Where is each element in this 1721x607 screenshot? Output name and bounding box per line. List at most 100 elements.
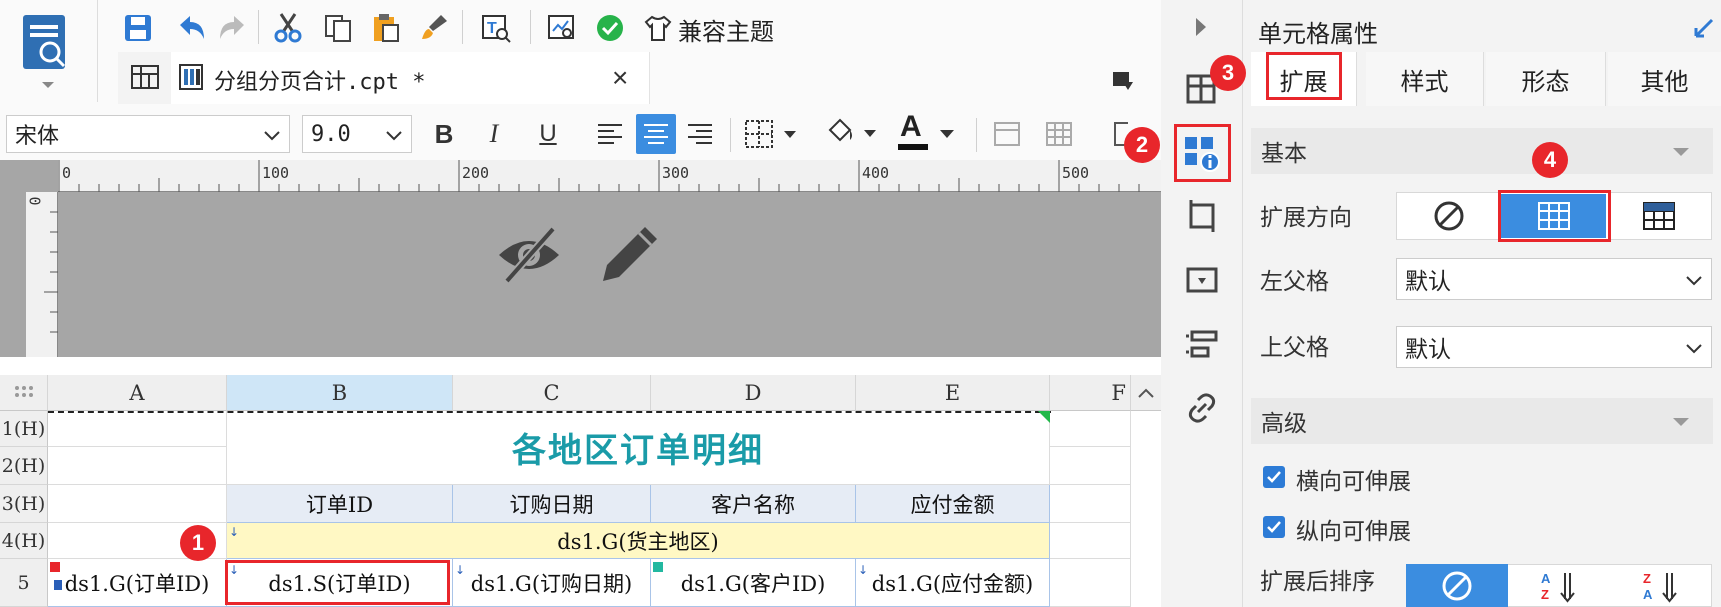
font-size-select[interactable]: 9.0 bbox=[302, 115, 412, 153]
cell-a1[interactable] bbox=[48, 411, 227, 447]
ruler-corner bbox=[26, 160, 58, 192]
grid-header-strip bbox=[0, 357, 1161, 375]
section-advanced[interactable]: 高级 bbox=[1251, 398, 1713, 444]
align-right-icon[interactable] bbox=[682, 116, 718, 152]
expand-marker-red bbox=[50, 562, 60, 572]
scroll-up-icon[interactable] bbox=[1131, 375, 1161, 411]
app-logo[interactable] bbox=[0, 0, 98, 102]
section-advanced-title: 高级 bbox=[1261, 411, 1307, 437]
tab-other[interactable]: 其他 bbox=[1608, 52, 1721, 106]
cell-f1[interactable] bbox=[1050, 411, 1131, 447]
italic-button[interactable]: I bbox=[476, 116, 512, 152]
redo-icon[interactable] bbox=[212, 8, 252, 48]
left-parent-select[interactable]: 默认 bbox=[1396, 258, 1712, 300]
format-painter-icon[interactable] bbox=[414, 8, 454, 48]
header-cell-order-id[interactable]: 订单ID bbox=[227, 485, 453, 523]
cell-a2[interactable] bbox=[48, 447, 227, 485]
undo-icon[interactable] bbox=[172, 8, 212, 48]
sheet-icon[interactable] bbox=[126, 58, 164, 96]
merge-cells-icon[interactable] bbox=[988, 116, 1026, 152]
column-header-a[interactable]: A bbox=[48, 375, 227, 411]
close-tab-icon[interactable]: × bbox=[612, 62, 628, 94]
sort-none-button[interactable] bbox=[1406, 564, 1508, 607]
top-parent-select[interactable]: 默认 bbox=[1396, 326, 1712, 368]
tab-form[interactable]: 形态 bbox=[1486, 52, 1606, 106]
panel-pin-icon[interactable] bbox=[1690, 14, 1718, 42]
step-badge-3: 3 bbox=[1210, 55, 1246, 91]
frame-icon[interactable] bbox=[1180, 194, 1224, 238]
copy-icon[interactable] bbox=[318, 8, 358, 48]
window-menu-icon[interactable] bbox=[1106, 66, 1140, 96]
header-cell-customer-name[interactable]: 客户名称 bbox=[651, 485, 856, 523]
cell-a3[interactable] bbox=[48, 485, 227, 523]
cell-f3[interactable] bbox=[1050, 485, 1131, 523]
hyperlink-icon[interactable] bbox=[1180, 386, 1224, 430]
column-header-f[interactable]: F bbox=[1050, 375, 1131, 411]
vertical-expandable-checkbox[interactable] bbox=[1263, 516, 1285, 538]
cell-f4[interactable] bbox=[1050, 523, 1131, 559]
select-all-corner[interactable] bbox=[0, 375, 48, 411]
cell-a5[interactable]: ds1.G(订单ID) bbox=[48, 559, 227, 607]
split-cells-icon[interactable] bbox=[1040, 116, 1078, 152]
section-basic[interactable]: 基本 bbox=[1251, 128, 1713, 174]
cut-icon[interactable] bbox=[268, 8, 308, 48]
sort-ascending-icon[interactable]: AZ bbox=[1508, 564, 1610, 607]
row-header-4[interactable]: 4(H) bbox=[0, 523, 48, 559]
widget-icon[interactable] bbox=[1180, 258, 1224, 302]
check-circle-icon[interactable] bbox=[590, 8, 630, 48]
row-header-1[interactable]: 1(H) bbox=[0, 411, 48, 447]
checkmark-icon bbox=[1267, 521, 1281, 533]
compat-theme-label[interactable]: 兼容主题 bbox=[678, 12, 774, 47]
column-header-d[interactable]: D bbox=[651, 375, 856, 411]
chevron-down-icon bbox=[386, 131, 402, 141]
paste-icon[interactable] bbox=[366, 8, 406, 48]
expand-marker-blue bbox=[54, 580, 62, 590]
text-search-icon[interactable]: T bbox=[476, 8, 516, 48]
cell-f2[interactable] bbox=[1050, 447, 1131, 485]
cell-e5[interactable]: ds1.G(应付金额) bbox=[856, 559, 1050, 607]
pencil-icon[interactable] bbox=[596, 222, 662, 288]
group-cell-shipper-region[interactable]: ds1.G(货主地区) bbox=[227, 523, 1050, 559]
cell-c5[interactable]: ds1.G(订购日期) bbox=[453, 559, 651, 607]
report-title-cell[interactable]: 各地区订单明细 bbox=[227, 411, 1050, 485]
bold-button[interactable]: B bbox=[426, 116, 462, 152]
column-header-b[interactable]: B bbox=[227, 375, 453, 411]
svg-text:A: A bbox=[1643, 587, 1653, 602]
column-header-c[interactable]: C bbox=[453, 375, 651, 411]
chevron-down-icon bbox=[264, 131, 280, 141]
column-header-e[interactable]: E bbox=[856, 375, 1050, 411]
preview-icon[interactable] bbox=[542, 8, 582, 48]
font-family-select[interactable]: 宋体 bbox=[6, 115, 290, 153]
fill-color-icon[interactable] bbox=[822, 114, 884, 152]
sort-descending-icon[interactable]: ZA bbox=[1610, 564, 1712, 607]
vertical-expandable-label[interactable]: 纵向可伸展 bbox=[1296, 512, 1411, 546]
expand-horizontal-button[interactable] bbox=[1606, 192, 1712, 240]
font-color-icon[interactable]: A bbox=[896, 110, 960, 154]
chevron-down-icon bbox=[1673, 148, 1689, 156]
corner-marker bbox=[1038, 411, 1050, 423]
header-cell-amount-due[interactable]: 应付金额 bbox=[856, 485, 1050, 523]
align-center-icon[interactable] bbox=[636, 114, 676, 154]
cell-f5[interactable] bbox=[1050, 559, 1131, 607]
row-header-2[interactable]: 2(H) bbox=[0, 447, 48, 485]
horizontal-expandable-checkbox[interactable] bbox=[1263, 466, 1285, 488]
condition-attr-icon[interactable] bbox=[1180, 322, 1224, 366]
collapse-arrow-icon[interactable] bbox=[1186, 12, 1216, 42]
expand-none-button[interactable] bbox=[1396, 192, 1501, 240]
tab-style[interactable]: 样式 bbox=[1366, 52, 1484, 106]
border-icon[interactable] bbox=[742, 116, 802, 152]
expand-direction-label: 扩展方向 bbox=[1260, 205, 1352, 231]
eye-off-icon[interactable] bbox=[494, 222, 564, 288]
shirt-icon[interactable] bbox=[640, 8, 676, 48]
chevron-down-icon bbox=[1686, 344, 1702, 354]
ruler-tick-label: 100 bbox=[262, 164, 290, 182]
save-icon[interactable] bbox=[118, 8, 158, 48]
row-header-5[interactable]: 5 bbox=[0, 559, 48, 607]
align-left-icon[interactable] bbox=[592, 116, 628, 152]
underline-button[interactable]: U bbox=[530, 116, 566, 152]
horizontal-expandable-label[interactable]: 横向可伸展 bbox=[1296, 462, 1411, 496]
cell-d5[interactable]: ds1.G(客户ID) bbox=[651, 559, 856, 607]
row-header-3[interactable]: 3(H) bbox=[0, 485, 48, 523]
header-cell-order-date[interactable]: 订购日期 bbox=[453, 485, 651, 523]
svg-text:Z: Z bbox=[1541, 587, 1549, 602]
